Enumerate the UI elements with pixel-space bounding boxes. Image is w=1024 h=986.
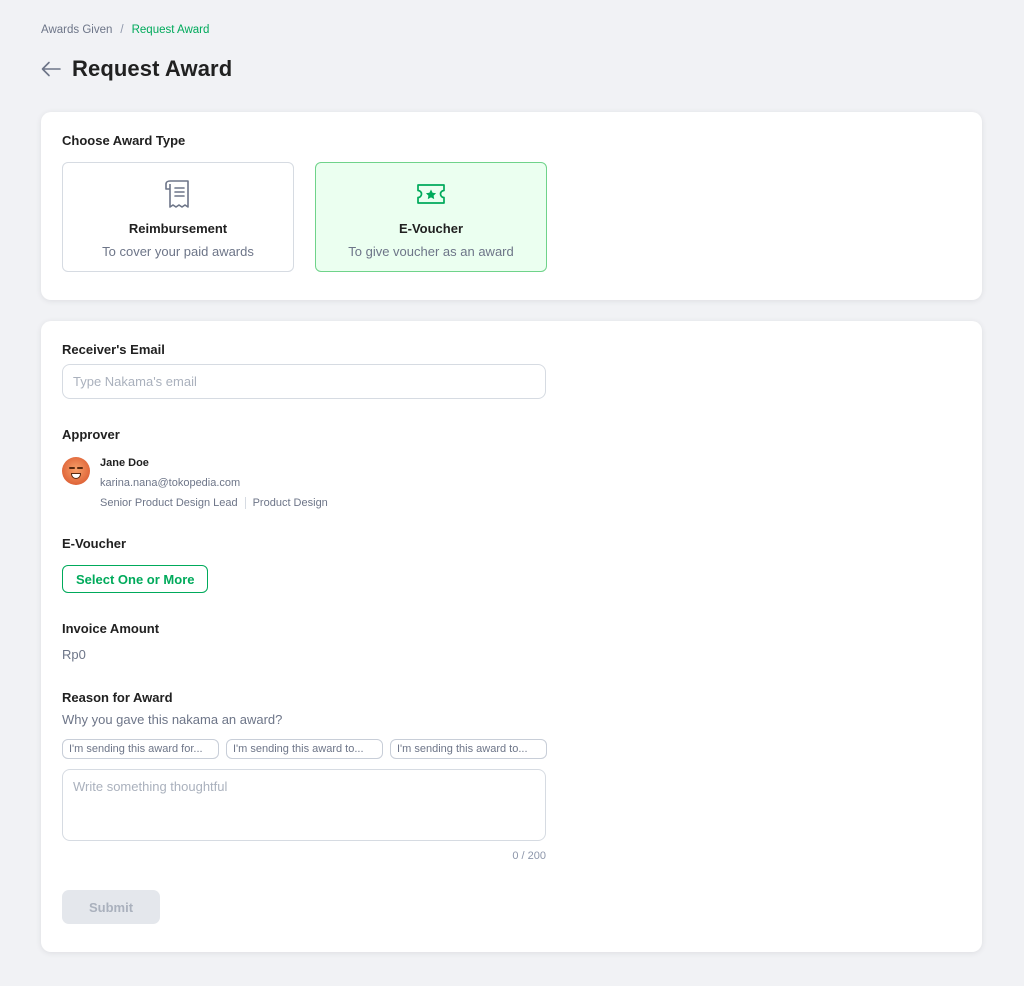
submit-button[interactable]: Submit [62, 890, 160, 924]
approver-label: Approver [62, 427, 120, 442]
meta-divider [244, 497, 246, 509]
award-type-desc: To cover your paid awards [102, 244, 254, 259]
breadcrumb-awards-given[interactable]: Awards Given [41, 24, 112, 36]
character-counter: 0 / 200 [512, 850, 546, 862]
award-type-card: Choose Award Type Reimbursement To cover… [41, 112, 982, 300]
breadcrumb-current: Request Award [131, 24, 210, 36]
award-type-title: Reimbursement [128, 221, 228, 236]
avatar [62, 457, 90, 485]
invoice-amount-label: Invoice Amount [62, 621, 160, 636]
page-title: Request Award [72, 56, 233, 81]
invoice-amount-value: Rp0 [62, 647, 86, 662]
breadcrumb: Awards Given / Request Award [41, 24, 209, 36]
reason-suggestions: I'm sending this award for... I'm sendin… [62, 739, 547, 759]
award-type-label: Choose Award Type [62, 133, 186, 148]
approver-role: Senior Product Design Lead [100, 497, 238, 509]
award-type-reimbursement[interactable]: Reimbursement To cover your paid awards [62, 162, 294, 272]
reason-chip[interactable]: I'm sending this award to... [226, 739, 383, 759]
approver-name: Jane Doe [100, 457, 149, 469]
reason-chip[interactable]: I'm sending this award for... [62, 739, 219, 759]
approver-department: Product Design [252, 497, 328, 509]
page-header: Request Award [40, 56, 232, 82]
approver-email: karina.nana@tokopedia.com [100, 477, 241, 489]
reason-textarea[interactable] [62, 769, 546, 841]
back-button[interactable] [40, 58, 62, 80]
award-type-desc: To give voucher as an award [348, 244, 514, 259]
award-form-card: Receiver's Email Approver Jane Doe karin… [41, 321, 982, 952]
award-type-evoucher[interactable]: E-Voucher To give voucher as an award [315, 162, 547, 272]
reason-label: Reason for Award [62, 690, 173, 705]
select-voucher-button[interactable]: Select One or More [62, 565, 209, 593]
arrow-left-icon [41, 61, 61, 77]
reason-subtext: Why you gave this nakama an award? [62, 712, 283, 727]
ticket-star-icon [417, 184, 445, 204]
approver-info: Jane Doe karina.nana@tokopedia.com Senio… [62, 456, 328, 509]
receiver-email-label: Receiver's Email [62, 342, 165, 357]
breadcrumb-separator: / [120, 24, 124, 36]
receiver-email-input[interactable] [62, 364, 546, 399]
evoucher-label: E-Voucher [62, 536, 127, 551]
reason-chip[interactable]: I'm sending this award to... [390, 739, 547, 759]
award-type-title: E-Voucher [398, 221, 464, 236]
receipt-icon [165, 180, 189, 208]
